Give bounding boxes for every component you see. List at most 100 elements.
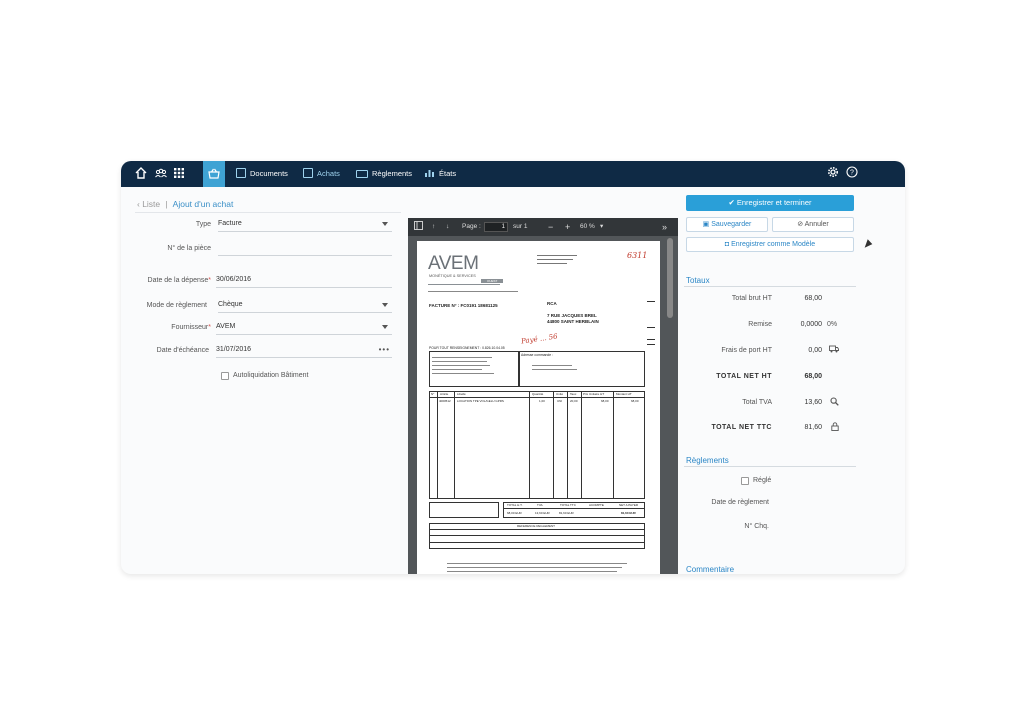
more-tools-icon[interactable]: » bbox=[662, 218, 667, 236]
nav-achats[interactable]: Achats bbox=[303, 161, 340, 187]
save-and-finish-button[interactable]: ✔ Enregistrer et terminer bbox=[686, 195, 854, 211]
date-reglement-label: Date de règlement bbox=[711, 499, 769, 506]
date-depense-label: Date de la dépense* bbox=[147, 277, 211, 284]
gear-icon[interactable] bbox=[826, 166, 840, 180]
type-select[interactable]: Facture bbox=[218, 218, 392, 232]
help-icon[interactable]: ? bbox=[845, 166, 859, 180]
numero-cheque-label: N° Chq. bbox=[744, 523, 769, 530]
info-line bbox=[432, 361, 487, 362]
cancel-button[interactable]: ⊘ Annuler bbox=[772, 217, 854, 232]
invoice-number: FACTURE N° : FC0191 18681125 bbox=[429, 303, 498, 308]
renseignement-text: POUR TOUT RENSEIGNEMENT : 0.826.10.04.05 bbox=[429, 346, 505, 350]
basket-icon[interactable] bbox=[203, 161, 225, 187]
commentaire-title: Commentaire bbox=[686, 565, 735, 574]
pdf-viewer: ↑ ↓ Page : 1 sur 1 − + 60 % ▾ » AVEM MON… bbox=[408, 218, 678, 574]
table-column-line bbox=[581, 391, 582, 499]
info-line bbox=[532, 369, 577, 370]
row-cell: 4000512 bbox=[439, 399, 451, 403]
col-header: Taux bbox=[570, 392, 577, 396]
frais-port-label: Frais de port HT bbox=[721, 347, 772, 354]
chevron-down-icon bbox=[382, 325, 388, 329]
zoom-out-icon[interactable]: − bbox=[548, 218, 553, 236]
logo-band: OUEST bbox=[481, 279, 504, 283]
nav-etats[interactable]: États bbox=[424, 161, 456, 187]
pdf-page: AVEM MONÉTIQUE & SERVICES OUEST 6311 FAC… bbox=[417, 241, 660, 574]
more-icon[interactable]: ••• bbox=[379, 344, 390, 356]
date-echeance-input[interactable]: 31/07/2016 ••• bbox=[216, 344, 392, 358]
table-column-line bbox=[613, 391, 614, 499]
zoom-in-icon[interactable]: + bbox=[565, 218, 570, 236]
chevron-down-icon bbox=[382, 303, 388, 307]
users-icon[interactable] bbox=[153, 166, 169, 182]
autoliquidation-label: Autoliquidation Bâtiment bbox=[233, 372, 309, 379]
zoom-level: 60 % bbox=[580, 223, 595, 230]
remise-label: Remise bbox=[748, 321, 772, 328]
nav-documents[interactable]: Documents bbox=[236, 161, 288, 187]
sidebar-toggle-icon[interactable] bbox=[414, 218, 423, 236]
date-depense-input[interactable]: 30/06/2016 bbox=[216, 274, 392, 288]
zoom-dropdown-icon[interactable]: ▾ bbox=[600, 218, 603, 236]
pdf-scrollbar[interactable] bbox=[667, 238, 673, 318]
margin-mark bbox=[647, 339, 655, 340]
row-cell: UNI bbox=[557, 399, 563, 403]
total-net-ttc-label: TOTAL NET TTC bbox=[711, 424, 772, 431]
page-number-input[interactable]: 1 bbox=[484, 222, 508, 232]
fournisseur-select[interactable]: AVEM bbox=[216, 321, 392, 335]
breadcrumb: ‹ Liste | Ajout d'un achat bbox=[137, 199, 233, 209]
table-column-line bbox=[553, 391, 554, 499]
regle-checkbox[interactable] bbox=[741, 477, 749, 485]
save-as-model-button[interactable]: ◘ Enregistrer comme Modèle bbox=[686, 237, 854, 252]
total-header: NET A PAYER bbox=[619, 503, 639, 507]
totaux-title: Totaux bbox=[686, 276, 710, 285]
vat-box bbox=[429, 502, 499, 518]
nav-reglements[interactable]: Règlements bbox=[356, 161, 412, 187]
totals-divider bbox=[503, 508, 645, 509]
piece-number-input[interactable] bbox=[218, 242, 392, 256]
grid-icon[interactable] bbox=[171, 166, 187, 182]
svg-text:?: ? bbox=[850, 170, 854, 177]
remise-value: 0,0000 bbox=[800, 321, 822, 328]
mouse-cursor-icon bbox=[864, 239, 874, 250]
total-header: TOTAL H.T. bbox=[507, 503, 523, 507]
total-net-ttc-value: 81,60 bbox=[804, 424, 822, 431]
app-window: Documents Achats Règlements États ? ‹ Li… bbox=[121, 161, 905, 574]
breadcrumb-back-link[interactable]: ‹ Liste bbox=[137, 199, 160, 209]
total-value: 81,60 EUR bbox=[621, 511, 636, 515]
mode-reglement-select[interactable]: Chèque bbox=[218, 299, 392, 313]
lock-icon[interactable] bbox=[831, 422, 839, 433]
col-header: Unité bbox=[556, 392, 564, 396]
frais-port-value: 0,00 bbox=[808, 347, 822, 354]
margin-mark bbox=[647, 301, 655, 302]
search-icon[interactable] bbox=[830, 397, 839, 408]
arrow-up-icon[interactable]: ↑ bbox=[432, 218, 435, 236]
date-echeance-label: Date d'échéance bbox=[156, 347, 209, 354]
reglement-line bbox=[429, 535, 645, 536]
reglements-title: Règlements bbox=[686, 456, 729, 465]
arrow-down-icon[interactable]: ↓ bbox=[446, 218, 449, 236]
col-header: Article bbox=[440, 392, 449, 396]
total-value: 81,60 EUR bbox=[559, 511, 574, 515]
home-icon[interactable] bbox=[133, 166, 149, 182]
regle-label: Réglé bbox=[753, 477, 772, 484]
col-header: Libellé bbox=[457, 392, 466, 396]
header-text-line bbox=[537, 263, 567, 264]
handwritten-note: Payé ... 56 bbox=[520, 332, 559, 346]
footer-line bbox=[447, 567, 622, 568]
reglement-line bbox=[429, 542, 645, 543]
col-header: Quantité bbox=[532, 392, 544, 396]
avem-logo: AVEM bbox=[428, 253, 479, 274]
truck-icon[interactable] bbox=[829, 345, 839, 355]
reglement-title: REFERENCE REGLEMENT bbox=[517, 524, 556, 528]
logo-underline bbox=[428, 284, 500, 286]
total-brut-label: Total brut HT bbox=[731, 295, 772, 302]
total-tva-value: 13,60 bbox=[804, 399, 822, 406]
footer-line bbox=[447, 571, 617, 572]
total-tva-label: Total TVA bbox=[742, 399, 772, 406]
save-button[interactable]: ▣ Sauvegarder bbox=[686, 217, 768, 232]
col-header: N° bbox=[431, 392, 435, 396]
autoliquidation-checkbox[interactable] bbox=[221, 372, 229, 380]
remise-percent: 0% bbox=[827, 321, 838, 328]
chevron-down-icon bbox=[382, 222, 388, 226]
cancel-icon: ⊘ bbox=[797, 221, 805, 228]
reglements-divider bbox=[684, 466, 856, 467]
